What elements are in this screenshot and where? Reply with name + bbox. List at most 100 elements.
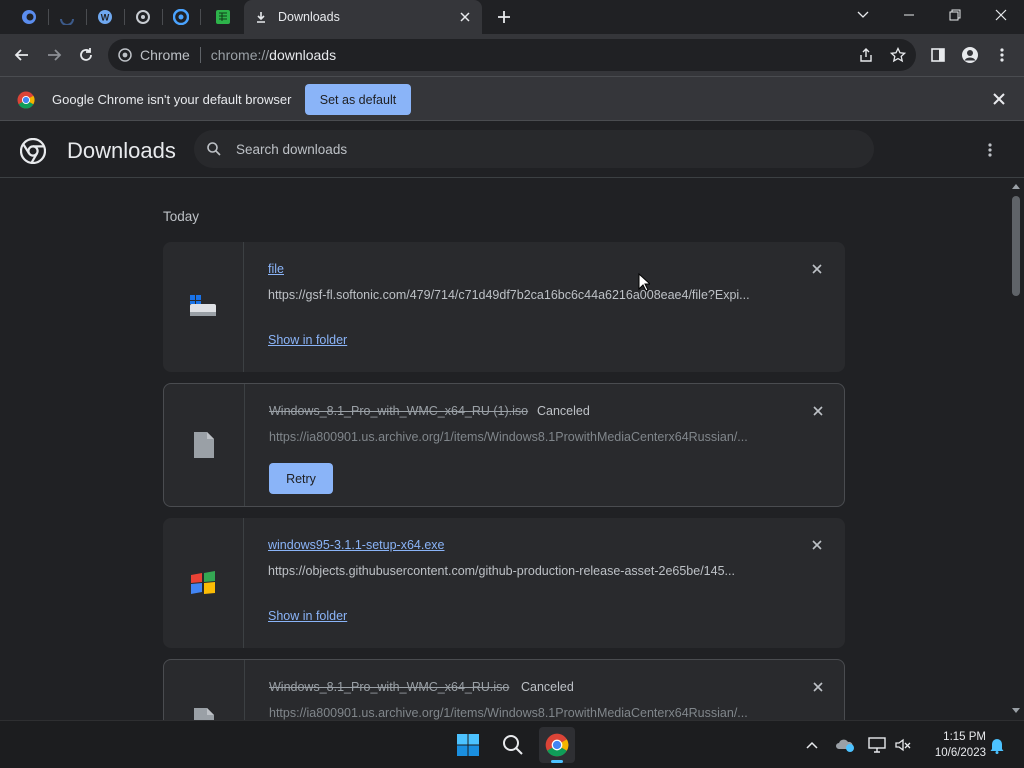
share-button[interactable]	[852, 41, 880, 69]
status-text: Canceled	[537, 404, 590, 418]
onedrive-tray-button[interactable]	[832, 727, 858, 763]
download-url[interactable]: https://ia800901.us.archive.org/1/items/…	[269, 430, 769, 444]
plus-icon	[498, 11, 510, 23]
scroll-thumb[interactable]	[1012, 196, 1020, 296]
file-name-link[interactable]: windows95-3.1.1-setup-x64.exe	[268, 538, 445, 552]
tab-search-button[interactable]	[840, 0, 886, 30]
default-browser-infobar: Google Chrome isn't your default browser…	[0, 76, 1024, 121]
pinned-tab-3[interactable]: W	[86, 5, 124, 29]
close-icon	[995, 9, 1007, 21]
tab-title: Downloads	[278, 10, 340, 24]
loading-icon	[60, 18, 74, 25]
download-url[interactable]: https://ia800901.us.archive.org/1/items/…	[269, 706, 769, 720]
downloads-menu-button[interactable]	[982, 140, 998, 160]
file-icon-column	[163, 518, 244, 648]
chrome-logo-icon	[17, 91, 35, 109]
scrollbar[interactable]	[1008, 178, 1024, 720]
remove-item-button[interactable]	[809, 402, 827, 420]
remove-item-button[interactable]	[809, 678, 827, 696]
chrome-icon	[118, 48, 132, 62]
file-name-link[interactable]: file	[268, 262, 284, 276]
menu-button[interactable]	[988, 41, 1016, 69]
download-url[interactable]: https://gsf-fl.softonic.com/479/714/c71d…	[268, 288, 768, 302]
clock-date: 10/6/2023	[934, 747, 986, 759]
restore-icon	[949, 9, 961, 21]
infobar-message: Google Chrome isn't your default browser	[52, 92, 292, 107]
close-icon	[993, 93, 1005, 105]
close-icon	[812, 264, 822, 274]
network-tray-button[interactable]	[864, 727, 890, 763]
volume-muted-icon	[895, 738, 911, 752]
system-clock[interactable]: 1:15 PM 10/6/2023	[916, 729, 986, 761]
close-icon	[813, 682, 823, 692]
scroll-down-arrow-icon[interactable]	[1012, 708, 1020, 714]
svg-text:W: W	[101, 13, 110, 23]
windows-app-icon	[191, 571, 215, 594]
search-input[interactable]	[236, 141, 796, 157]
more-vert-icon	[1000, 48, 1004, 62]
set-as-default-button[interactable]: Set as default	[305, 84, 411, 115]
url-scheme: chrome://	[210, 47, 270, 63]
arrow-right-icon	[48, 49, 62, 61]
show-in-folder-link[interactable]: Show in folder	[268, 609, 347, 623]
chevron-down-icon	[857, 11, 869, 18]
arrow-left-icon	[14, 49, 28, 61]
start-button[interactable]	[450, 727, 486, 763]
scroll-up-arrow-icon[interactable]	[1012, 183, 1020, 189]
retry-button[interactable]: Retry	[269, 463, 333, 494]
clock-time: 1:15 PM	[943, 731, 986, 743]
restore-button[interactable]	[932, 0, 978, 30]
chrome-taskbar-button[interactable]	[539, 727, 575, 763]
page-title: Downloads	[67, 138, 176, 163]
download-icon	[257, 12, 265, 23]
remove-item-button[interactable]	[808, 260, 826, 278]
forward-button[interactable]	[40, 41, 68, 69]
omnibox-divider	[199, 47, 201, 63]
file-name: Windows_8.1_Pro_with_WMC_x64_RU (1).iso	[269, 404, 529, 418]
notifications-button[interactable]	[986, 727, 1008, 763]
taskbar: 1:15 PM 10/6/2023	[0, 720, 1024, 768]
network-icon	[868, 737, 886, 753]
minimize-icon	[904, 14, 914, 16]
pinned-tab-2[interactable]	[48, 5, 86, 29]
reload-button[interactable]	[72, 41, 100, 69]
tab-downloads[interactable]: Downloads	[244, 0, 482, 34]
close-tab-icon[interactable]	[458, 10, 472, 24]
back-button[interactable]	[8, 41, 36, 69]
side-panel-icon	[931, 48, 945, 62]
tab-strip: W Downloads	[0, 0, 1024, 34]
download-item: file https://gsf-fl.softonic.com/479/714…	[163, 242, 845, 372]
new-tab-button[interactable]	[494, 7, 514, 27]
spreadsheet-icon	[216, 10, 230, 24]
show-hidden-icons-button[interactable]	[800, 727, 824, 763]
pinned-tab-1[interactable]	[10, 5, 48, 29]
pinned-tab-4[interactable]	[124, 5, 162, 29]
profile-button[interactable]	[956, 41, 984, 69]
volume-tray-button[interactable]	[890, 727, 916, 763]
close-icon	[813, 406, 823, 416]
search-taskbar-button[interactable]	[495, 727, 531, 763]
date-heading: Today	[163, 209, 200, 224]
pinned-tab-5[interactable]	[162, 5, 200, 29]
installer-file-icon	[190, 295, 216, 316]
pinned-tab-6[interactable]	[204, 5, 242, 29]
download-url[interactable]: https://objects.githubusercontent.com/gi…	[268, 564, 768, 578]
close-icon	[812, 540, 822, 550]
file-name: Windows_8.1_Pro_with_WMC_x64_RU.iso	[269, 680, 510, 694]
side-panel-button[interactable]	[924, 41, 952, 69]
downloads-header: Downloads	[0, 122, 1024, 178]
bookmark-button[interactable]	[884, 41, 912, 69]
close-window-button[interactable]	[978, 0, 1024, 30]
chrome-logo-icon	[20, 138, 46, 164]
remove-item-button[interactable]	[808, 536, 826, 554]
wordpress-icon: W	[98, 10, 112, 24]
search-bar[interactable]	[194, 130, 874, 168]
tab-separator	[200, 9, 201, 25]
address-bar[interactable]: Chrome chrome://downloads	[108, 39, 916, 71]
search-icon	[503, 735, 523, 755]
file-icon-column	[163, 242, 244, 372]
infobar-close-button[interactable]	[991, 91, 1007, 107]
show-in-folder-link[interactable]: Show in folder	[268, 333, 347, 347]
file-icon-column	[164, 660, 245, 720]
minimize-button[interactable]	[886, 0, 932, 30]
